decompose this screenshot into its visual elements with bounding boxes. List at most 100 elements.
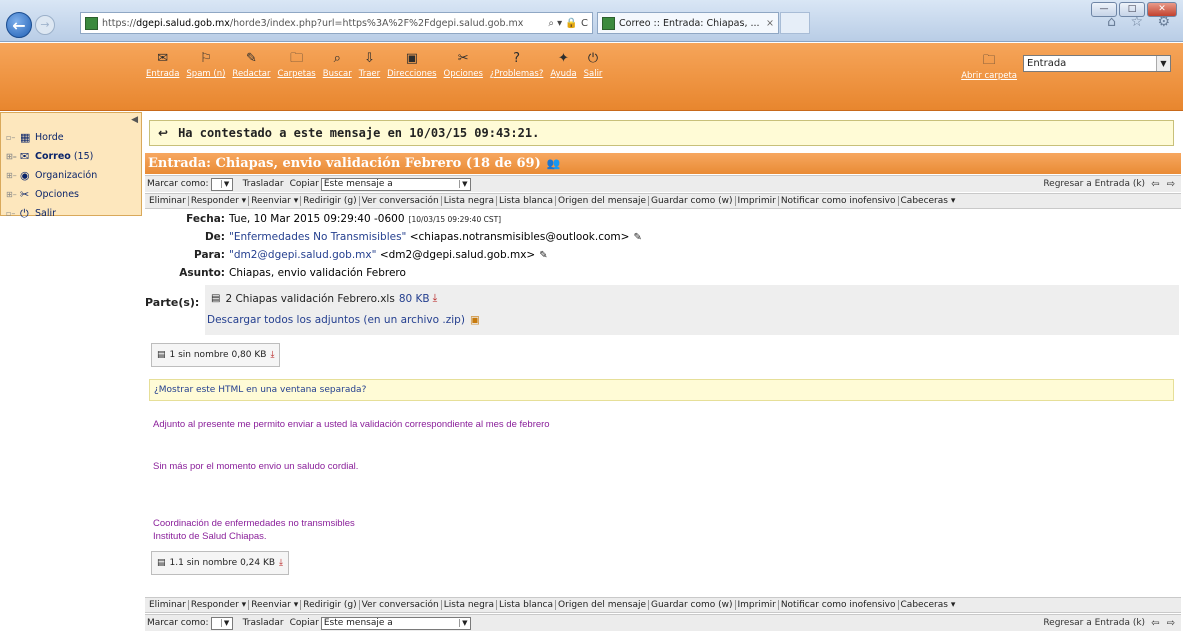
- tree-expand-icon[interactable]: ⊞–: [6, 171, 20, 180]
- body-line: Instituto de Salud Chiapas.: [153, 531, 267, 542]
- address-bar-tools[interactable]: ⌕ ▾ 🔒 C: [544, 18, 592, 29]
- headers-link[interactable]: Cabeceras ▾: [899, 196, 958, 206]
- forward-link[interactable]: Reenviar ▾: [249, 196, 302, 206]
- save-as-link[interactable]: Guardar como (w): [649, 196, 736, 206]
- download-icon[interactable]: ⤓: [279, 558, 283, 568]
- sidebar-collapse-icon[interactable]: ◀: [131, 115, 138, 125]
- add-contact-icon[interactable]: ✎: [633, 232, 641, 243]
- toolbar-spam[interactable]: ⚐ Spam (n): [186, 51, 225, 79]
- chevron-down-icon[interactable]: ▼: [1156, 56, 1170, 71]
- message-source-link[interactable]: Origen del mensaje: [556, 600, 649, 610]
- report-innocent-link[interactable]: Notificar como inofensivo: [779, 600, 899, 610]
- open-folder-icon: 🗀: [982, 53, 996, 68]
- prev-next-arrows[interactable]: ⇦ ⇨: [1151, 618, 1177, 629]
- header-from-name[interactable]: "Enfermedades No Transmisibles": [229, 231, 406, 243]
- address-bar[interactable]: https://dgepi.salud.gob.mx/horde3/index.…: [80, 12, 593, 34]
- toolbar-problemas[interactable]: ? ¿Problemas?: [490, 51, 543, 79]
- toolbar-traer[interactable]: ⇩ Traer: [359, 51, 380, 79]
- part-file-name[interactable]: 2 Chiapas validación Febrero.xls: [225, 293, 394, 305]
- new-tab-button[interactable]: [780, 12, 810, 34]
- sidebar-item-salir[interactable]: ▫– ⏻ Salir: [1, 204, 141, 223]
- delete-link[interactable]: Eliminar: [147, 600, 189, 610]
- tree-expand-icon[interactable]: ⊞–: [6, 190, 20, 199]
- subject-header-text: Entrada: Chiapas, envio validación Febre…: [148, 156, 541, 171]
- move-button[interactable]: Trasladar: [243, 179, 284, 189]
- toolbar-direcciones[interactable]: ▣ Direcciones: [387, 51, 436, 79]
- print-link[interactable]: Imprimir: [736, 600, 779, 610]
- message-source-link[interactable]: Origen del mensaje: [556, 196, 649, 206]
- download-icon[interactable]: ⤓: [270, 350, 274, 360]
- download-all-link[interactable]: Descargar todos los adjuntos (en un arch…: [207, 314, 465, 326]
- toolbar-label: Entrada: [146, 69, 180, 79]
- folder-select[interactable]: Entrada ▼: [1023, 55, 1171, 72]
- sidebar-item-opciones[interactable]: ⊞– ✂ Opciones: [1, 185, 141, 204]
- prev-next-arrows[interactable]: ⇦ ⇨: [1151, 179, 1177, 190]
- header-to-key: Para:: [194, 249, 225, 261]
- add-contact-icon[interactable]: ✎: [539, 250, 547, 261]
- body-line: Sin más por el momento envio un saludo c…: [153, 461, 359, 472]
- delete-link[interactable]: Eliminar: [147, 196, 189, 206]
- message-links-bottom: Eliminar Responder ▾ Reenviar ▾ Redirigi…: [145, 597, 1181, 613]
- copy-button[interactable]: Copiar: [290, 618, 319, 628]
- browser-tab[interactable]: Correo :: Entrada: Chiapas, ... ×: [597, 12, 779, 34]
- sidebar-item-correo[interactable]: ⊞– ✉ Correo (15): [1, 147, 141, 166]
- unread-count: (15): [73, 151, 94, 162]
- headers-link[interactable]: Cabeceras ▾: [899, 600, 958, 610]
- copy-button[interactable]: Copiar: [290, 179, 319, 189]
- header-to-email[interactable]: <dm2@dgepi.salud.gob.mx>: [380, 249, 535, 261]
- sidebar-item-horde[interactable]: ▫– ▦ Horde: [1, 128, 141, 147]
- forward-button[interactable]: →: [35, 15, 55, 35]
- reply-link[interactable]: Responder ▾: [189, 600, 250, 610]
- back-to-inbox-link[interactable]: Regresar a Entrada (k): [1043, 179, 1145, 189]
- address-book-icon: ▣: [405, 51, 418, 66]
- report-innocent-link[interactable]: Notificar como inofensivo: [779, 196, 899, 206]
- html-window-prompt[interactable]: ¿Mostrar este HTML en una ventana separa…: [149, 379, 1174, 401]
- view-thread-link[interactable]: Ver conversación: [360, 196, 442, 206]
- print-link[interactable]: Imprimir: [736, 196, 779, 206]
- toolbar-buscar[interactable]: ⌕ Buscar: [323, 51, 352, 79]
- header-from-email[interactable]: <chiapas.notransmisibles@outlook.com>: [410, 231, 630, 243]
- whitelist-link[interactable]: Lista blanca: [497, 196, 557, 206]
- toolbar-redactar[interactable]: ✎ Redactar: [232, 51, 270, 79]
- attachment-chip[interactable]: ▤ 1.1 sin nombre 0,24 KB ⤓: [151, 551, 290, 575]
- part-file-size[interactable]: 80 KB: [399, 293, 430, 305]
- browser-home-favorites-settings-icons[interactable]: ⌂ ☆ ⚙: [1107, 14, 1175, 30]
- toolbar-entrada[interactable]: ✉ Entrada: [146, 51, 179, 79]
- toolbar-ayuda[interactable]: ✦ Ayuda: [550, 51, 576, 79]
- blacklist-link[interactable]: Lista negra: [442, 600, 498, 610]
- move-button[interactable]: Trasladar: [243, 618, 284, 628]
- toolbar-salir[interactable]: ⏻ Salir: [584, 51, 603, 79]
- tree-expand-icon[interactable]: ⊞–: [6, 152, 20, 161]
- mark-as-select[interactable]: ▼: [210, 616, 233, 630]
- view-thread-link[interactable]: Ver conversación: [360, 600, 442, 610]
- forward-link[interactable]: Reenviar ▾: [249, 600, 302, 610]
- back-button[interactable]: ←: [6, 12, 32, 38]
- move-target-select[interactable]: Este mensaje a ▼: [320, 177, 471, 191]
- zip-download-icon[interactable]: ▣: [470, 314, 480, 326]
- blacklist-link[interactable]: Lista negra: [442, 196, 498, 206]
- search-icon: ⌕: [333, 51, 341, 66]
- mail-icon: ✉: [20, 150, 30, 163]
- sidebar-item-organizacion[interactable]: ⊞– ◉ Organización: [1, 166, 141, 185]
- tab-close-icon[interactable]: ×: [766, 18, 774, 29]
- open-folder-button[interactable]: 🗀 Abrir carpeta: [961, 53, 1017, 81]
- mark-as-select[interactable]: ▼: [210, 177, 233, 191]
- header-to-name[interactable]: "dm2@dgepi.salud.gob.mx": [229, 249, 376, 261]
- help-icon: ✦: [558, 51, 569, 66]
- toolbar-opciones[interactable]: ✂ Opciones: [444, 51, 483, 79]
- save-as-link[interactable]: Guardar como (w): [649, 600, 736, 610]
- mark-as-label: Marcar como:: [147, 179, 209, 189]
- redirect-link[interactable]: Redirigir (g): [301, 196, 360, 206]
- download-icon[interactable]: ⤓: [433, 292, 438, 305]
- header-from: De: "Enfermedades No Transmisibles" <chi…: [145, 231, 642, 243]
- whitelist-link[interactable]: Lista blanca: [497, 600, 557, 610]
- redirect-link[interactable]: Redirigir (g): [301, 600, 360, 610]
- html-window-prompt-text[interactable]: ¿Mostrar este HTML en una ventana separa…: [154, 385, 366, 395]
- contacts-icon[interactable]: 👥: [547, 157, 561, 170]
- reply-link[interactable]: Responder ▾: [189, 196, 250, 206]
- toolbar-carpetas[interactable]: 🗀 Carpetas: [278, 51, 316, 79]
- body-line: Adjunto al presente me permito enviar a …: [153, 419, 550, 430]
- back-to-inbox-link[interactable]: Regresar a Entrada (k): [1043, 618, 1145, 628]
- move-target-select[interactable]: Este mensaje a ▼: [320, 616, 471, 630]
- attachment-chip[interactable]: ▤ 1 sin nombre 0,80 KB ⤓: [151, 343, 281, 367]
